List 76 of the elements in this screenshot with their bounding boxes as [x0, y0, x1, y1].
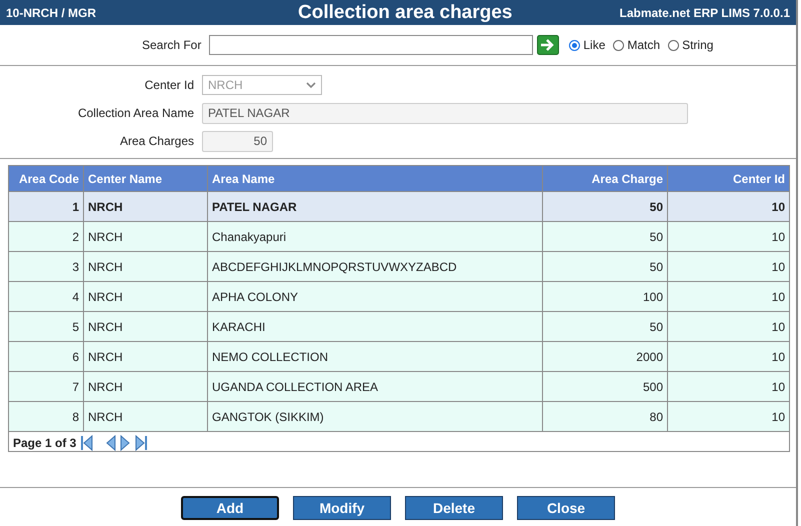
- table-row[interactable]: 5 NRCH KARACHI 50 10: [9, 312, 789, 342]
- table-row[interactable]: 3 NRCH ABCDEFGHIJKLMNOPQRSTUVWXYZABCD 50 10: [9, 252, 789, 282]
- table-cell: NRCH: [83, 252, 207, 281]
- table-cell: NRCH: [83, 192, 207, 221]
- action-button[interactable]: Delete: [405, 496, 503, 520]
- table-cell: Chanakyapuri: [207, 222, 542, 251]
- column-header[interactable]: Center Name: [83, 166, 207, 191]
- field-label: Center Id: [144, 78, 195, 92]
- search-label: Search For: [142, 38, 202, 52]
- table-cell: 10: [667, 342, 789, 371]
- search-field[interactable]: [209, 35, 534, 55]
- last-page-icon[interactable]: [134, 435, 148, 451]
- table-cell: 10: [667, 282, 789, 311]
- table-cell: 100: [542, 282, 667, 311]
- table-row[interactable]: 2 NRCH Chanakyapuri 50 10: [9, 222, 789, 252]
- table-cell: ABCDEFGHIJKLMNOPQRSTUVWXYZABCD: [207, 252, 542, 281]
- column-header[interactable]: Area Name: [207, 166, 542, 191]
- table-cell: 50: [542, 222, 667, 251]
- table-cell: 10: [667, 222, 789, 251]
- table-cell: UGANDA COLLECTION AREA: [207, 372, 542, 401]
- table-cell: 10: [667, 312, 789, 341]
- next-page-icon[interactable]: [120, 435, 130, 451]
- user-label: 10-NRCH / MGR: [6, 6, 96, 20]
- table-cell: NRCH: [83, 372, 207, 401]
- table-cell-text: 2: [71, 228, 80, 246]
- field-label: Area Charges: [118, 134, 195, 148]
- column-header[interactable]: Area Code: [9, 166, 83, 191]
- table-row[interactable]: 8 NRCH GANGTOK (SIKKIM) 80 10: [9, 402, 789, 432]
- column-header[interactable]: Center Id: [667, 166, 789, 191]
- table-cell: NRCH: [83, 222, 207, 251]
- table-cell: 10: [667, 372, 789, 401]
- table-cell: 10: [667, 252, 789, 281]
- table-cell: PATEL NAGAR: [207, 192, 542, 221]
- table-cell: GANGTOK (SIKKIM): [207, 402, 542, 431]
- table-row[interactable]: 1 NRCH PATEL NAGAR 50 10: [9, 192, 789, 222]
- search-mode-radio[interactable]: String: [668, 38, 714, 52]
- page-indicator: Page 1 of 3: [13, 436, 76, 450]
- table-cell-text: 5: [71, 318, 80, 336]
- table-cell: 50: [542, 312, 667, 341]
- table-cell: NRCH: [83, 282, 207, 311]
- table-cell: APHA COLONY: [207, 282, 542, 311]
- table-row[interactable]: 6 NRCH NEMO COLLECTION 2000 10: [9, 342, 789, 372]
- action-button[interactable]: Add: [181, 496, 279, 520]
- page-title: Collection area charges: [298, 2, 512, 24]
- area-name-field[interactable]: PATEL NAGAR: [202, 102, 688, 124]
- table-cell: NEMO COLLECTION: [207, 342, 542, 371]
- column-header[interactable]: Area Charge: [542, 166, 667, 191]
- search-mode-radio[interactable]: Like: [569, 38, 606, 52]
- table-cell-text: 1: [71, 198, 80, 216]
- area-charges-field[interactable]: 50: [202, 130, 273, 152]
- action-button[interactable]: Close: [517, 496, 615, 520]
- table-cell-text: 4: [71, 288, 80, 306]
- table-cell: 50: [542, 192, 667, 221]
- table-cell: 10: [667, 192, 789, 221]
- table-cell-text: 6: [71, 348, 80, 366]
- table-cell-text: 3: [71, 258, 80, 276]
- product-label: Labmate.net ERP LIMS 7.0.0.1: [619, 6, 790, 20]
- table-cell: NRCH: [83, 312, 207, 341]
- table-cell: NRCH: [83, 402, 207, 431]
- table-row[interactable]: 4 NRCH APHA COLONY 100 10: [9, 282, 789, 312]
- table-cell-text: 7: [71, 378, 80, 396]
- table-cell: KARACHI: [207, 312, 542, 341]
- table-cell: NRCH: [83, 342, 207, 371]
- first-page-icon[interactable]: [80, 435, 94, 451]
- search-mode-radio[interactable]: Match: [613, 38, 660, 52]
- table-cell-text: 8: [71, 408, 80, 426]
- field-label: Collection Area Name: [76, 106, 195, 120]
- table-cell: 50: [542, 252, 667, 281]
- action-button[interactable]: Modify: [293, 496, 391, 520]
- chevron-down-icon: [306, 82, 316, 88]
- table-row[interactable]: 7 NRCH UGANDA COLLECTION AREA 500 10: [9, 372, 789, 402]
- previous-page-icon[interactable]: [106, 435, 116, 451]
- table-cell: 10: [667, 402, 789, 431]
- table-cell: 2000: [542, 342, 667, 371]
- table-cell: 500: [542, 372, 667, 401]
- table-cell: 80: [542, 402, 667, 431]
